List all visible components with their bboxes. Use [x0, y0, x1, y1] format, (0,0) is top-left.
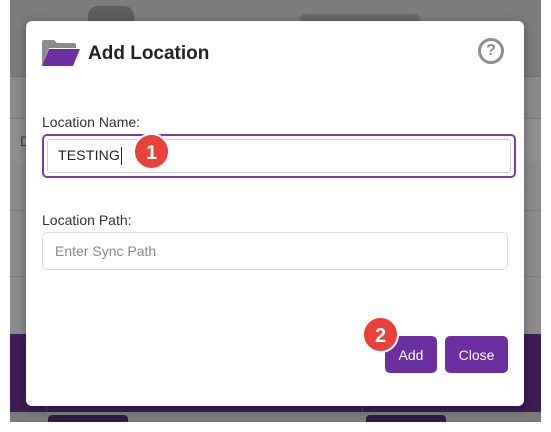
dialog-header: Add Location ? [26, 21, 524, 85]
close-button[interactable]: Close [445, 336, 508, 373]
text-caret [121, 147, 122, 165]
help-circle-icon[interactable]: ? [478, 38, 504, 64]
location-name-input[interactable]: TESTING [42, 134, 516, 178]
location-name-label: Location Name: [42, 114, 141, 130]
location-path-input[interactable] [42, 232, 508, 270]
step-badge-2: 2 [362, 316, 399, 353]
step-badge-1: 1 [133, 133, 170, 170]
background-footer-button [48, 415, 128, 422]
location-path-label: Location Path: [42, 212, 132, 228]
background-footer-button [366, 415, 446, 422]
dialog-title: Add Location [88, 43, 210, 64]
folder-open-icon [42, 40, 80, 66]
background-footer [10, 412, 541, 422]
location-name-value: TESTING [58, 147, 121, 163]
add-location-dialog: Add Location ? Location Name: TESTING Lo… [26, 21, 524, 406]
